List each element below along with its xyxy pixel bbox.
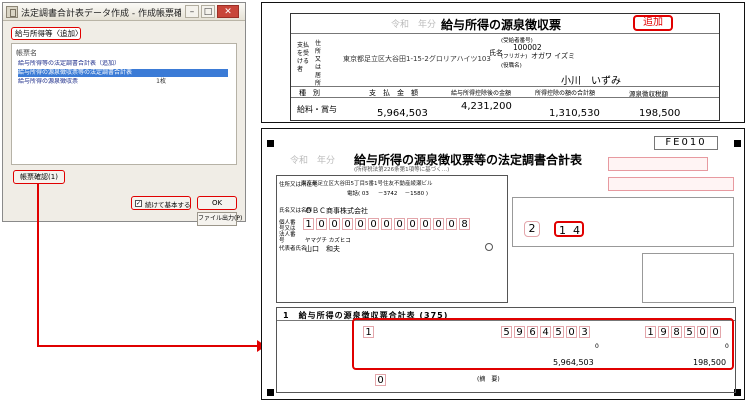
summary-subtitle: (所得税法第226条第1項等に基づく…) [354, 167, 450, 173]
col-header-deductions: 所得控除の額の合計額 [535, 90, 596, 97]
digit-cell: 0 [381, 218, 392, 230]
stamp-area [642, 253, 734, 303]
preview-form-button[interactable]: 帳票確認(1) [13, 170, 65, 184]
position-label: (役職名) [501, 63, 522, 69]
totals-highlight [352, 318, 734, 370]
list-item[interactable]: 給与所得の源泉徴収票 [18, 78, 228, 86]
digit-cell: 0 [342, 218, 353, 230]
seal-icon [485, 243, 493, 251]
label-corp-number: 個人番号又は法人番号 [279, 220, 296, 244]
close-icon[interactable]: ✕ [217, 5, 239, 18]
window-title: 法定調書合計表データ作成 - 作成帳票確認 [21, 9, 181, 19]
minimize-icon[interactable]: – [185, 5, 199, 18]
rule [291, 86, 719, 87]
recipient-name: 小川 いずみ [561, 76, 621, 87]
app-icon [6, 6, 18, 18]
digit-cell: 0 [316, 218, 327, 230]
tab-salary-add[interactable]: 給与所得等〈追加〉 [11, 27, 83, 40]
digit-cell: 0 [446, 218, 457, 230]
digit-cell: 8 [459, 218, 470, 230]
slip-title: 給与所得の源泉徴収票 [441, 18, 562, 32]
number-field [608, 177, 734, 191]
connector-line [37, 183, 39, 347]
registration-mark [267, 140, 274, 147]
kana-label: (フリガナ) [501, 54, 528, 60]
submitter-company: ＯＢＣ商事株式会社 [305, 207, 368, 215]
name-label: 氏名 [489, 49, 503, 57]
slip-form: 令和 年分 給与所得の源泉徴収票 追加 支払を受ける者 住所又は居所 東京都足立… [290, 13, 720, 121]
label-representative: 代表者氏名 [279, 246, 307, 252]
digit-cell: 1 [303, 218, 314, 230]
continue-checkbox[interactable]: ✓ [135, 200, 142, 207]
list-item-count: 1枚 [156, 78, 166, 85]
connector-line [37, 345, 259, 347]
submitter-tel: 電話( 03 －3742 －1580 ) [347, 191, 429, 197]
corp-number-cells: 1000000000008 [303, 218, 503, 232]
list-header: 帳票名 [16, 49, 37, 57]
list-item[interactable]: 給与所得等の法定調書合計表（追加） [18, 60, 228, 68]
submitter-block: 住所又は所在地 東京都足立区大谷田5丁目5番1号住友不動産綾瀬ビル 電話( 03… [276, 175, 508, 303]
address-label: 住所又は居所 [315, 40, 322, 87]
amount-paid: 5,964,503 [377, 108, 428, 119]
submitter-address: 東京都足立区大谷田5丁目5番1号住友不動産綾瀬ビル [301, 181, 433, 187]
number-field [608, 157, 708, 171]
recipient-kana: オガワ イズミ [531, 52, 576, 60]
withholding-slip-panel: 令和 年分 給与所得の源泉徴収票 追加 支払を受ける者 住所又は居所 東京都足立… [261, 2, 745, 123]
last-row-cell: 0 [375, 374, 386, 386]
col-header-after-deduction: 給与所得控除後の金額 [451, 90, 512, 97]
rule [291, 33, 719, 34]
representative-kana: ヤマグチ カズヒコ [305, 238, 351, 244]
representative-name: 山口 和夫 [305, 245, 340, 253]
added-stamp: 追加 [633, 15, 673, 31]
income-type: 給料・賞与 [297, 105, 337, 114]
office-section [512, 197, 734, 247]
title-bar: 法定調書合計表データ作成 - 作成帳票確認 – □ ✕ [3, 3, 245, 21]
ok-button[interactable]: OK [197, 196, 237, 210]
digit-cell: 0 [368, 218, 379, 230]
digit-cell: 0 [355, 218, 366, 230]
continue-checkbox-group[interactable]: ✓ 続けて基本する [131, 196, 191, 210]
digit-cell: 0 [394, 218, 405, 230]
withholding-tax: 198,500 [639, 108, 681, 119]
form-list: 帳票名 給与所得等の法定調書合計表（追加） 給与所得の源泉徴収票等の法定調書合計… [11, 43, 237, 165]
file-output-button[interactable]: ファイル出力(P) [197, 212, 242, 226]
recipient-label: 支払を受ける者 [297, 42, 310, 73]
maximize-icon[interactable]: □ [201, 5, 215, 18]
summary-year: 令和 年分 [290, 156, 336, 166]
slip-year: 令和 年分 [391, 20, 437, 30]
digit-cell: 0 [329, 218, 340, 230]
digit-cell: 0 [433, 218, 444, 230]
list-item-selected[interactable]: 給与所得の源泉徴収票等の法定調書合計表 [18, 69, 228, 77]
rule [291, 97, 719, 98]
digit-cell: 0 [420, 218, 431, 230]
deduction-total: 1,310,530 [549, 108, 600, 119]
recipient-address: 東京都足立区大谷田1-15-2グロリアハイツ103 [343, 55, 491, 63]
continue-checkbox-label: 続けて基本する [145, 201, 191, 209]
registration-mark [734, 140, 741, 147]
remarks-label: (摘 要) [477, 376, 500, 383]
amount-after-deduction: 4,231,200 [461, 101, 512, 112]
summary-form-panel: FE010 令和 年分 給与所得の源泉徴収票等の法定調書合計表 (所得税法第22… [261, 128, 745, 400]
registration-mark [267, 389, 274, 396]
digit-cell: 0 [407, 218, 418, 230]
form-code: FE010 [654, 136, 718, 150]
